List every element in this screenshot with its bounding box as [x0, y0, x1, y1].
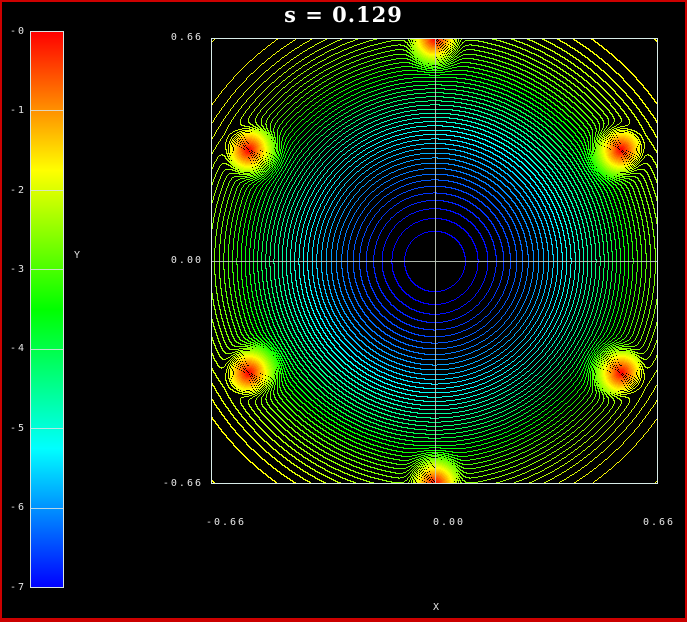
y-tick-label: 0.66 [157, 32, 203, 44]
x-tick-label: 0.66 [631, 517, 687, 529]
colorbar-tick-label: -5 [4, 423, 26, 435]
colorbar-tick-label: -6 [4, 502, 26, 514]
colorbar-tick-label: -3 [4, 264, 26, 276]
x-tick-label: 0.00 [419, 517, 479, 529]
y-tick-label: 0.00 [157, 255, 203, 267]
plot-title: s = 0.129 [2, 2, 685, 28]
y-axis-label: Y [74, 250, 81, 262]
colorbar-tick-label: -7 [4, 582, 26, 594]
x-tick-label: -0.66 [196, 517, 256, 529]
colorbar-tick-label: -4 [4, 343, 26, 355]
y-tick-label: -0.66 [157, 478, 203, 490]
contour-plot-canvas [211, 38, 658, 484]
colorbar-tick-label: -1 [4, 105, 26, 117]
colorbar-tick-label: -0 [4, 26, 26, 38]
colorbar-gradient [30, 31, 64, 588]
x-axis-label: X [407, 602, 467, 614]
colorbar-tick-label: -2 [4, 185, 26, 197]
plot-window: s = 0.129 -0 -1 -2 -3 -4 -5 -6 -7 Y 0.66… [0, 0, 687, 622]
